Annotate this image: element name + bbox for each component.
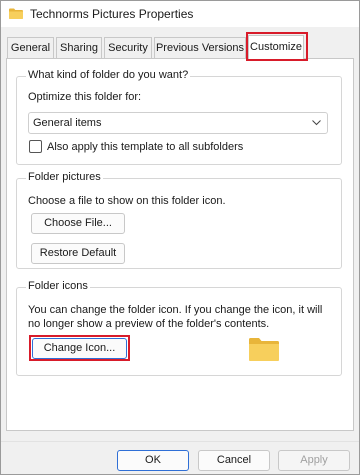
folder-icons-group: Folder icons	[16, 280, 342, 376]
folder-pictures-description: Choose a file to show on this folder ico…	[28, 195, 226, 207]
apply-subfolders-checkbox[interactable]	[29, 140, 42, 153]
apply-subfolders-label: Also apply this template to all subfolde…	[47, 141, 244, 153]
properties-dialog: Technorms Pictures Properties General Sh…	[0, 0, 360, 475]
change-icon-button[interactable]: Change Icon...	[32, 338, 127, 359]
chevron-down-icon	[312, 120, 321, 126]
choose-file-button[interactable]: Choose File...	[31, 213, 125, 234]
folder-pictures-legend: Folder pictures	[26, 171, 103, 183]
restore-default-button[interactable]: Restore Default	[31, 243, 125, 264]
folder-icon	[249, 338, 279, 361]
optimize-dropdown-value: General items	[33, 117, 102, 129]
folder-icons-description-line1: You can change the folder icon. If you c…	[28, 304, 323, 316]
folder-type-legend: What kind of folder do you want?	[26, 69, 191, 81]
folder-icons-description-line2: no longer show a preview of the folder's…	[28, 318, 270, 330]
panel-content: What kind of folder do you want? Optimiz…	[1, 1, 360, 475]
folder-icons-legend: Folder icons	[26, 280, 90, 292]
optimize-dropdown[interactable]: General items	[28, 112, 328, 134]
optimize-label: Optimize this folder for:	[28, 91, 142, 103]
